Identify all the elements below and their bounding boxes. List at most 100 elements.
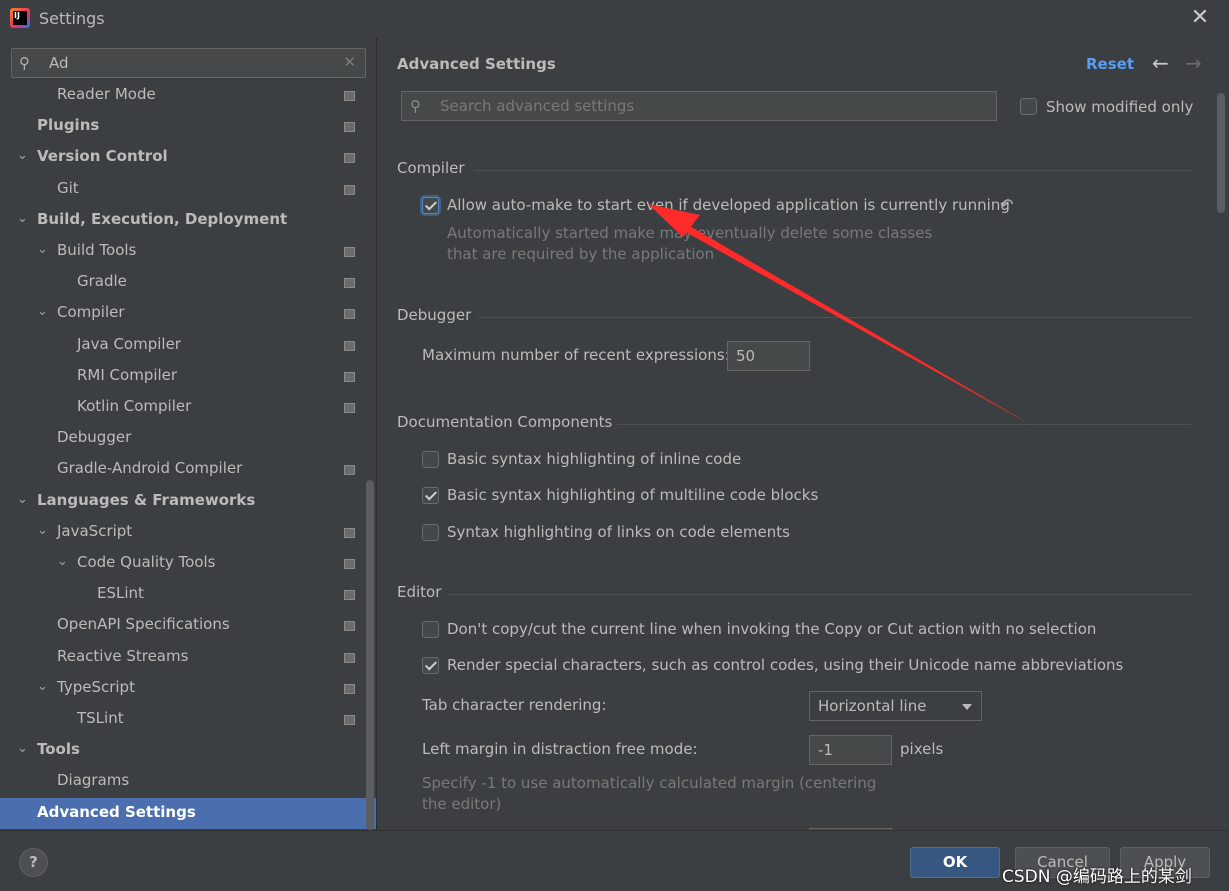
sidebar-item[interactable]: Java Compiler bbox=[0, 330, 376, 361]
project-settings-icon bbox=[344, 715, 355, 725]
project-settings-icon bbox=[344, 309, 355, 320]
page-title: Advanced Settings bbox=[397, 55, 556, 73]
search-icon: ⚲ bbox=[19, 54, 30, 72]
project-settings-icon bbox=[344, 403, 355, 413]
auto-make-checkbox[interactable] bbox=[422, 197, 439, 214]
left-margin-unit: pixels bbox=[900, 740, 944, 758]
sidebar-item-label: Gradle-Android Compiler bbox=[57, 459, 243, 478]
links-highlight-label: Syntax highlighting of links on code ele… bbox=[447, 523, 790, 541]
chevron-down-icon[interactable]: ⌄ bbox=[37, 679, 48, 694]
project-settings-icon bbox=[344, 590, 355, 601]
sidebar-item[interactable]: ⌄ Version Control bbox=[0, 142, 376, 173]
sidebar-item[interactable]: RMI Compiler bbox=[0, 361, 376, 392]
sidebar-item[interactable]: ⌄ Build, Execution, Deployment bbox=[0, 205, 376, 236]
section-divider bbox=[474, 170, 1191, 171]
auto-make-hint: Automatically started make may eventuall… bbox=[447, 224, 933, 263]
sidebar-item[interactable]: Reactive Streams bbox=[0, 642, 376, 673]
sidebar-item[interactable]: ⌄ Compiler bbox=[0, 298, 376, 329]
back-arrow-icon[interactable]: ← bbox=[1152, 51, 1169, 75]
sidebar-item-label: Kotlin Compiler bbox=[77, 397, 192, 415]
sidebar-item[interactable]: ⌄ Build Tools bbox=[0, 236, 376, 267]
sidebar-item-label: Reader Mode bbox=[57, 85, 156, 103]
project-settings-icon bbox=[344, 527, 355, 538]
sidebar-item[interactable]: Advanced Settings bbox=[0, 797, 376, 829]
settings-content: Advanced Settings Reset ← → ⚲ Search adv… bbox=[377, 38, 1229, 830]
ok-button[interactable]: OK bbox=[910, 847, 1000, 878]
sidebar-item-label: Git bbox=[57, 178, 79, 197]
sidebar-item[interactable]: Git bbox=[0, 174, 376, 205]
chevron-down-icon[interactable]: ⌄ bbox=[37, 523, 48, 538]
sidebar-item-label: Tools bbox=[37, 740, 80, 759]
sidebar-item-label: JavaScript bbox=[57, 521, 133, 540]
tab-rendering-value: Horizontal line bbox=[818, 697, 927, 715]
settings-sidebar: ⚲ Ad ✕ Reader Mode Plugins ⌄ Version Contro… bbox=[0, 38, 376, 830]
sidebar-search-input[interactable]: ⚲ Ad ✕ bbox=[11, 48, 366, 78]
sidebar-item-label: Reactive Streams bbox=[57, 646, 189, 665]
project-settings-icon bbox=[344, 465, 355, 476]
sidebar-item[interactable]: Gradle-Android Compiler bbox=[0, 454, 376, 485]
sidebar-item[interactable]: Debugger bbox=[0, 423, 376, 454]
forward-arrow-icon[interactable]: → bbox=[1185, 51, 1202, 75]
max-expressions-input[interactable]: 50 bbox=[727, 341, 810, 371]
chevron-down-icon[interactable]: ⌄ bbox=[17, 211, 28, 226]
sidebar-item-label: Plugins bbox=[37, 116, 100, 135]
multiline-highlight-checkbox[interactable] bbox=[422, 487, 439, 504]
close-icon[interactable]: ✕ bbox=[1188, 6, 1212, 30]
section-documentation: Documentation Components bbox=[397, 413, 613, 431]
sidebar-item-label: Code Quality Tools bbox=[77, 553, 216, 571]
sidebar-item[interactable]: Kotlin Compiler bbox=[0, 392, 376, 423]
sidebar-item[interactable]: ⌄ JavaScript bbox=[0, 517, 376, 548]
section-compiler: Compiler bbox=[397, 159, 465, 177]
section-divider bbox=[617, 424, 1191, 425]
sidebar-item-label: Debugger bbox=[57, 428, 132, 447]
section-divider bbox=[478, 317, 1191, 318]
sidebar-item[interactable]: Gradle bbox=[0, 267, 376, 298]
sidebar-item[interactable]: ⌄ Code Quality Tools bbox=[0, 548, 376, 579]
clear-search-icon[interactable]: ✕ bbox=[343, 53, 356, 71]
advanced-search-input[interactable]: ⚲ Search advanced settings bbox=[401, 91, 997, 121]
title-bar: IJ Settings ✕ bbox=[0, 0, 1229, 38]
chevron-down-icon[interactable]: ⌄ bbox=[17, 741, 28, 756]
project-settings-icon bbox=[344, 278, 355, 289]
render-special-checkbox[interactable] bbox=[422, 657, 439, 674]
links-highlight-checkbox[interactable] bbox=[422, 524, 439, 541]
sidebar-item-label: Java Compiler bbox=[77, 334, 181, 353]
sidebar-item[interactable]: ⌄ TypeScript bbox=[0, 673, 376, 704]
chevron-down-icon[interactable]: ⌄ bbox=[17, 492, 28, 507]
reset-default-icon[interactable]: ↶ bbox=[1000, 195, 1013, 214]
no-copy-line-label: Don't copy/cut the current line when inv… bbox=[447, 620, 1097, 638]
sidebar-item[interactable]: Plugins bbox=[0, 111, 376, 142]
sidebar-item-label: Build Tools bbox=[57, 241, 137, 259]
project-settings-icon bbox=[344, 621, 355, 632]
sidebar-item[interactable]: Reader Mode bbox=[0, 80, 376, 111]
left-margin-label: Left margin in distraction free mode: bbox=[422, 740, 698, 758]
inline-highlight-checkbox[interactable] bbox=[422, 451, 439, 468]
sidebar-item[interactable]: Diagrams bbox=[0, 766, 376, 797]
sidebar-item[interactable]: ⌄ Languages & Frameworks bbox=[0, 486, 376, 517]
sidebar-item[interactable]: ESLint bbox=[0, 579, 376, 610]
help-button[interactable]: ? bbox=[19, 848, 48, 877]
advanced-search-placeholder: Search advanced settings bbox=[440, 97, 635, 115]
max-expressions-label: Maximum number of recent expressions: bbox=[422, 346, 730, 364]
section-editor: Editor bbox=[397, 583, 442, 601]
sidebar-item[interactable]: TSLint bbox=[0, 704, 376, 735]
chevron-down-icon[interactable]: ⌄ bbox=[37, 304, 48, 319]
sidebar-item[interactable]: ⌄ Tools bbox=[0, 735, 376, 766]
sidebar-scrollbar[interactable] bbox=[366, 480, 374, 830]
show-modified-checkbox[interactable] bbox=[1020, 98, 1037, 115]
render-special-label: Render special characters, such as contr… bbox=[447, 656, 1124, 674]
tab-rendering-select[interactable]: Horizontal line bbox=[809, 691, 982, 721]
section-debugger: Debugger bbox=[397, 306, 472, 324]
reset-link[interactable]: Reset bbox=[1086, 55, 1134, 73]
chevron-down-icon[interactable]: ⌄ bbox=[17, 148, 28, 163]
sidebar-item-label: TSLint bbox=[77, 709, 124, 727]
show-modified-label: Show modified only bbox=[1046, 98, 1194, 116]
content-scrollbar[interactable] bbox=[1217, 93, 1225, 213]
sidebar-item[interactable]: OpenAPI Specifications bbox=[0, 610, 376, 641]
window-title: Settings bbox=[39, 9, 105, 28]
chevron-down-icon[interactable]: ⌄ bbox=[57, 554, 68, 569]
no-copy-line-checkbox[interactable] bbox=[422, 621, 439, 638]
chevron-down-icon[interactable]: ⌄ bbox=[37, 242, 48, 257]
sidebar-item-label: Gradle bbox=[77, 272, 127, 291]
left-margin-input[interactable]: -1 bbox=[809, 735, 892, 765]
